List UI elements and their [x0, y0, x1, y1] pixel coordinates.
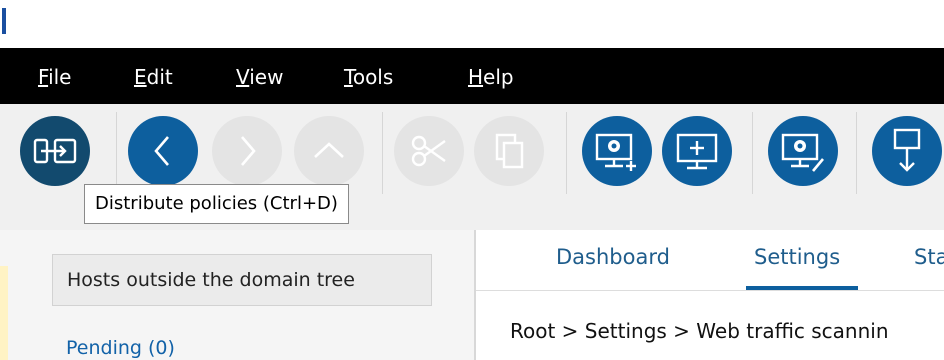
- back-icon: [154, 136, 169, 166]
- menu-view[interactable]: View: [236, 66, 283, 88]
- cut-icon: [411, 135, 446, 167]
- active-tab-indicator: [746, 286, 858, 290]
- pending-link[interactable]: Pending (0): [66, 336, 175, 360]
- menu-edit[interactable]: Edit: [134, 66, 173, 88]
- toolbar-separator: [856, 112, 857, 194]
- back-button[interactable]: [128, 116, 198, 186]
- tab-dashboard[interactable]: Dashboard: [556, 244, 670, 270]
- distribute-policies-button[interactable]: [20, 116, 90, 186]
- computer-settings-button[interactable]: [768, 116, 838, 186]
- toolbar-separator: [752, 112, 753, 194]
- forward-icon: [241, 136, 256, 166]
- tooltip-distribute-policies: Distribute policies (Ctrl+D): [84, 184, 349, 224]
- app-title-mark: [2, 8, 6, 34]
- add-computer-settings-icon: [595, 133, 636, 171]
- tabs-rule: [476, 290, 944, 291]
- title-bar: [0, 0, 944, 48]
- breadcrumb: Root > Settings > Web traffic scannin: [510, 319, 889, 343]
- up-icon: [314, 142, 344, 158]
- copy-icon: [495, 133, 524, 169]
- forward-button[interactable]: [212, 116, 282, 186]
- selection-accent: [0, 266, 8, 360]
- main-content: Dashboard Settings Sta Root > Settings >…: [476, 230, 944, 360]
- add-computer-button[interactable]: [662, 116, 732, 186]
- deploy-icon: [893, 128, 921, 172]
- toolbar-separator: [116, 112, 117, 194]
- toolbar-separator: [382, 112, 383, 194]
- distribute-policies-icon: [33, 138, 77, 164]
- menu-tools[interactable]: Tools: [344, 66, 393, 88]
- hosts-outside-domain-tree-item[interactable]: Hosts outside the domain tree: [52, 254, 432, 306]
- add-computer-icon: [676, 133, 718, 170]
- deploy-button[interactable]: [872, 116, 942, 186]
- cut-button[interactable]: [394, 116, 464, 186]
- add-computer-settings-button[interactable]: [582, 116, 652, 186]
- computer-settings-icon: [781, 133, 824, 172]
- menu-file[interactable]: File: [38, 66, 71, 88]
- up-button[interactable]: [294, 116, 364, 186]
- menu-help[interactable]: Help: [468, 66, 514, 88]
- menu-bar: File Edit View Tools Help: [0, 48, 944, 104]
- copy-button[interactable]: [474, 116, 544, 186]
- tab-settings[interactable]: Settings: [754, 244, 840, 270]
- tab-partial[interactable]: Sta: [914, 244, 944, 270]
- toolbar-separator: [566, 112, 567, 194]
